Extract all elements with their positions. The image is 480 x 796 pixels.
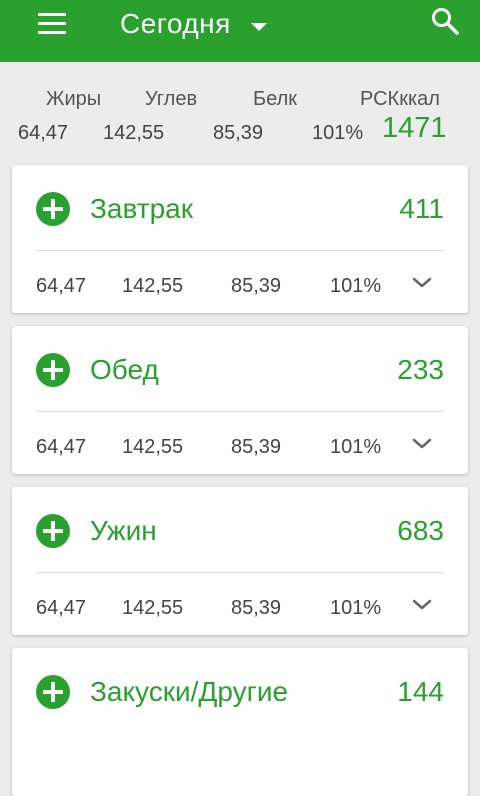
meal-name: Завтрак	[90, 193, 193, 224]
app-bar: Сегодня	[0, 0, 480, 62]
meal-rsk: 101%	[330, 597, 382, 619]
add-circle-icon[interactable]	[35, 191, 71, 227]
divider	[36, 572, 444, 573]
add-circle-icon[interactable]	[35, 352, 71, 388]
divider	[36, 250, 444, 251]
summary-kcal-total: 1471	[382, 112, 447, 144]
summary-label-fat: Жиры	[46, 88, 102, 110]
meal-kcal-total: 411	[399, 193, 444, 224]
divider	[36, 411, 444, 412]
add-circle-icon[interactable]	[35, 513, 71, 549]
meal-fat: 64,47	[36, 597, 87, 619]
meal-protein: 85,39	[231, 275, 282, 297]
meal-name: Обед	[90, 354, 159, 385]
meal-kcal-total: 233	[397, 354, 444, 385]
search-icon[interactable]	[430, 6, 460, 36]
page-title: Сегодня	[120, 8, 231, 39]
meal-name: Закуски/Другие	[90, 676, 289, 707]
meal-name: Ужин	[90, 515, 157, 546]
summary-value-carbs: 142,55	[103, 122, 165, 144]
meal-rsk: 101%	[330, 436, 382, 458]
meal-protein: 85,39	[231, 436, 282, 458]
summary-label-carbs: Углев	[145, 88, 198, 110]
meal-carbs: 142,55	[122, 436, 184, 458]
summary-label-rsk-kcal: РСКккал	[360, 88, 440, 110]
meal-card-breakfast: Завтрак 411 64,47 142,55 85,39 101%	[12, 165, 468, 313]
meal-rsk: 101%	[330, 275, 382, 297]
meal-fat: 64,47	[36, 275, 87, 297]
summary-value-fat: 64,47	[18, 122, 69, 144]
chevron-down-icon[interactable]	[410, 432, 434, 456]
meal-kcal-total: 144	[397, 676, 444, 707]
summary-label-protein: Белк	[253, 88, 298, 110]
menu-icon[interactable]	[38, 13, 66, 35]
meal-carbs: 142,55	[122, 597, 184, 619]
meal-card-dinner: Ужин 683 64,47 142,55 85,39 101%	[12, 487, 468, 635]
daily-summary: Жиры Углев Белк РСКккал 64,47 142,55 85,…	[0, 62, 480, 154]
meal-protein: 85,39	[231, 597, 282, 619]
date-selector[interactable]: Сегодня	[120, 4, 267, 44]
meal-card-lunch: Обед 233 64,47 142,55 85,39 101%	[12, 326, 468, 474]
summary-value-rsk: 101%	[312, 122, 364, 144]
dropdown-caret-icon	[250, 23, 267, 31]
summary-value-protein: 85,39	[213, 122, 264, 144]
chevron-down-icon[interactable]	[410, 271, 434, 295]
meal-fat: 64,47	[36, 436, 87, 458]
meal-kcal-total: 683	[397, 515, 444, 546]
chevron-down-icon[interactable]	[410, 593, 434, 617]
meal-carbs: 142,55	[122, 275, 184, 297]
add-circle-icon[interactable]	[35, 674, 71, 710]
meal-card-snacks: Закуски/Другие 144	[12, 648, 468, 796]
